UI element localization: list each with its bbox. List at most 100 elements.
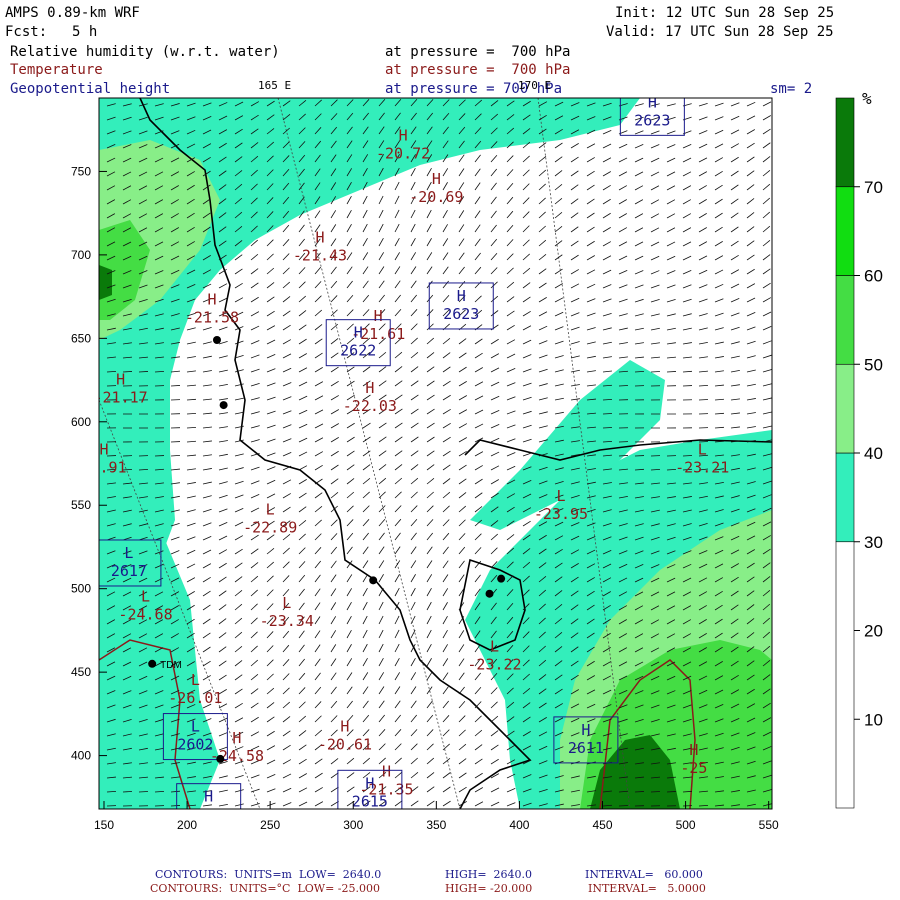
center-kind-label: H (365, 774, 374, 792)
x-tick-label: 350 (426, 818, 446, 832)
center-value-label: -21.58 (185, 308, 239, 326)
center-kind-label: H (399, 127, 408, 145)
footer-geo-contours: CONTOURS: UNITS=m LOW= 2640.0 (155, 868, 382, 881)
y-tick-label: 700 (71, 248, 91, 262)
y-tick-label: 400 (71, 749, 91, 763)
center-kind-label: L (266, 501, 275, 519)
colorbar-band (835, 363, 855, 454)
center-kind-label: H (315, 229, 324, 247)
center-value-label: -25 (680, 759, 707, 777)
center-kind-label: H (116, 370, 125, 388)
station-marker (219, 401, 228, 410)
center-kind-label: H (648, 93, 657, 111)
center-value-label: -20.72 (376, 145, 430, 163)
station-marker (497, 574, 506, 583)
footer-temp-high: HIGH= -20.000 (445, 882, 533, 895)
weather-map: H-20.72H-20.69H-21.43H-21.61H-22.03H21.9… (71, 93, 883, 832)
center-kind-label: H (689, 741, 698, 759)
center-kind-label: H (354, 324, 363, 342)
x-tick-label: 500 (676, 818, 696, 832)
station-marker (148, 659, 157, 668)
center-value-label: -26.01 (168, 689, 222, 707)
y-tick-label: 600 (71, 415, 91, 429)
wind-barb (602, 413, 613, 415)
footer-temp-interval: INTERVAL= 5.0000 (588, 882, 706, 895)
colorbar-band (835, 452, 855, 543)
y-tick-label: 500 (71, 582, 91, 596)
center-value-label: 2623 (443, 305, 479, 323)
colorbar-tick-label: 10 (864, 710, 883, 729)
center-value-label: 21.91 (81, 459, 126, 477)
center-value-label: 2617 (111, 562, 147, 580)
station-label: TDM (160, 660, 182, 671)
colorbar-tick-label: 50 (864, 355, 883, 374)
footer-geo-high: HIGH= 2640.0 (445, 868, 533, 881)
x-tick-label: 150 (94, 818, 114, 832)
center-kind-label: L (191, 671, 200, 689)
center-kind-label: L (141, 587, 150, 605)
center-value-label: -23.22 (467, 655, 521, 673)
colorbar-tick-label: 40 (864, 444, 883, 463)
center-kind-label: L (124, 544, 133, 562)
center-kind-label: H (207, 290, 216, 308)
x-tick-label: 300 (343, 818, 363, 832)
rh-band-70-northwest (99, 265, 112, 300)
center-kind-label: L (191, 718, 200, 736)
y-tick-label: 650 (71, 331, 91, 345)
center-value-label: -23.21 (675, 459, 729, 477)
wind-barb (650, 371, 661, 373)
footer-geo-interval: INTERVAL= 60.000 (585, 868, 703, 881)
wind-barb (618, 385, 629, 387)
center-value-label: -20.61 (318, 736, 372, 754)
colorbar-band (835, 275, 855, 365)
colorbar: 10 20 30 40 50 60 70 (835, 97, 883, 809)
station-marker (369, 576, 378, 585)
center-kind-label: H (382, 763, 391, 781)
center-kind-label: L (490, 637, 499, 655)
colorbar-band (835, 541, 855, 809)
center-value-label: -23.34 (260, 612, 314, 630)
station-marker (212, 336, 221, 345)
center-value-label: -21.17 (94, 388, 148, 406)
center-kind-label: H (204, 788, 213, 806)
center-kind-label: H (374, 307, 383, 325)
station-marker (485, 589, 494, 598)
colorbar-tick-label: 30 (864, 533, 883, 552)
wind-barb (650, 791, 661, 793)
center-value-label: 2622 (340, 342, 376, 360)
center-kind-label: L (698, 441, 707, 459)
center-kind-label: H (232, 729, 241, 747)
center-kind-label: H (340, 718, 349, 736)
x-tick-label: 400 (509, 818, 529, 832)
center-kind-label: L (556, 487, 565, 505)
center-value-label: -21.43 (293, 247, 347, 265)
footer-temp-contours: CONTOURS: UNITS=°C LOW= -25.000 (150, 882, 380, 895)
center-value-label: -20.69 (409, 188, 463, 206)
x-tick-label: 250 (260, 818, 280, 832)
center-kind-label: H (457, 287, 466, 305)
x-tick-label: 450 (592, 818, 612, 832)
y-tick-label: 550 (71, 498, 91, 512)
center-value-label: -22.89 (243, 519, 297, 537)
wind-barb (666, 791, 677, 793)
wind-barb (138, 371, 149, 373)
colorbar-tick-label: 60 (864, 267, 883, 286)
center-kind-label: H (432, 170, 441, 188)
colorbar-band (835, 186, 855, 276)
center-value-label: 2623 (634, 111, 670, 129)
wind-barb (602, 427, 613, 429)
center-kind-label: H (365, 379, 374, 397)
colorbar-band (835, 97, 855, 188)
center-kind-label: H (99, 441, 108, 459)
y-tick-label: 750 (71, 164, 91, 178)
colorbar-tick-label: 20 (864, 622, 883, 641)
center-kind-label: H (581, 721, 590, 739)
center-kind-label: L (282, 594, 291, 612)
colorbar-tick-label: 70 (864, 178, 883, 197)
wind-barb (170, 805, 181, 807)
station-marker (216, 754, 225, 763)
x-tick-label: 550 (759, 818, 779, 832)
center-value-label: -22.03 (343, 397, 397, 415)
wind-barb (122, 791, 133, 793)
wind-barb (666, 371, 677, 373)
